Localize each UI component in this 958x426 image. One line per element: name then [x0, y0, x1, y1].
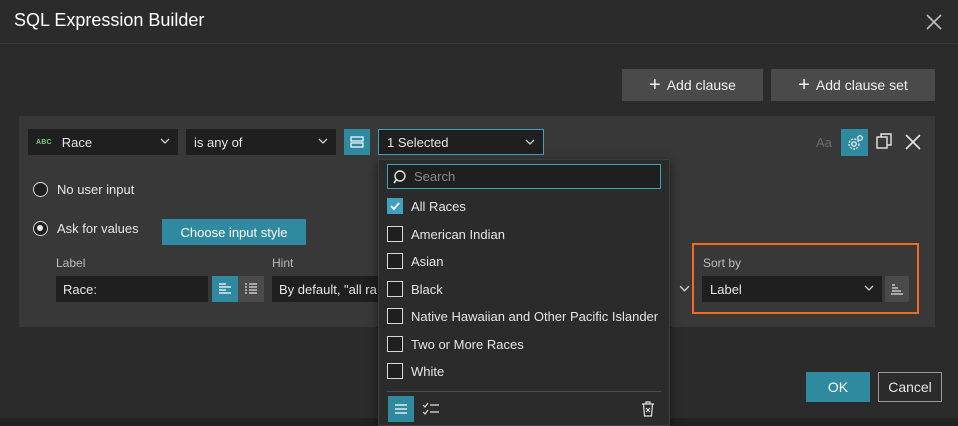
field-select-value: Race — [61, 134, 93, 150]
close-icon[interactable] — [924, 12, 944, 32]
option-all-races[interactable]: All Races — [387, 198, 466, 214]
option-white[interactable]: White — [387, 363, 444, 379]
checkbox — [387, 336, 403, 352]
value-list-toggle-button[interactable] — [344, 129, 370, 155]
list-icon — [395, 404, 407, 414]
align-left-icon — [219, 283, 231, 294]
hint-input[interactable]: By default, "all ra — [272, 276, 392, 302]
dropdown-divider — [387, 391, 661, 392]
sort-order-button[interactable] — [885, 276, 909, 302]
cancel-button[interactable]: Cancel — [878, 372, 942, 402]
delete-clause-button[interactable] — [903, 132, 923, 152]
chevron-down-icon — [864, 285, 874, 291]
no-user-input-label: No user input — [57, 182, 135, 197]
checkbox — [387, 198, 403, 214]
list-icon — [350, 136, 364, 148]
ok-button[interactable]: OK — [806, 372, 870, 402]
option-label: White — [411, 363, 445, 379]
value-select[interactable]: 1 Selected — [378, 129, 544, 155]
ask-for-values-label: Ask for values — [57, 221, 139, 236]
list-icon — [245, 283, 257, 294]
sort-by-select[interactable]: Label — [702, 276, 882, 302]
copy-icon — [876, 133, 892, 149]
operator-select-value: is any of — [194, 134, 243, 150]
ask-for-values-radio[interactable]: Ask for values — [33, 221, 139, 236]
plus-icon: + — [649, 74, 661, 96]
chevron-down-icon — [318, 138, 328, 144]
option-two-or-more[interactable]: Two or More Races — [387, 336, 524, 352]
checkbox — [387, 308, 403, 324]
checkbox — [387, 226, 403, 242]
radio-indicator — [33, 182, 48, 197]
label-layout-left-button[interactable] — [212, 276, 238, 302]
radio-indicator — [33, 221, 48, 236]
duplicate-clause-button[interactable] — [873, 131, 895, 153]
chevron-down-icon — [525, 139, 535, 145]
chevron-down-icon[interactable] — [679, 283, 690, 294]
string-type-icon: ABC — [36, 138, 52, 146]
dialog-title: SQL Expression Builder — [14, 10, 205, 30]
check-icon — [390, 202, 400, 211]
label-input[interactable]: Race: — [56, 276, 208, 302]
sort-by-value: Label — [710, 281, 742, 297]
add-clause-button[interactable]: + Add clause — [622, 69, 763, 101]
close-icon — [905, 134, 921, 150]
chevron-down-icon — [160, 138, 170, 144]
checklist-icon — [422, 402, 439, 415]
option-asian[interactable]: Asian — [387, 253, 444, 269]
add-clause-label: Add clause — [666, 77, 736, 93]
choose-input-style-button[interactable]: Choose input style — [162, 219, 306, 245]
label-layout-list-button[interactable] — [238, 276, 264, 302]
sort-ascending-icon — [891, 284, 903, 295]
checklist-view-button[interactable] — [418, 396, 444, 422]
option-label: All Races — [411, 198, 466, 214]
search-input[interactable] — [409, 169, 660, 184]
list-view-button[interactable] — [388, 396, 414, 422]
add-clause-set-button[interactable]: + Add clause set — [771, 69, 935, 101]
field-select[interactable]: ABC Race — [28, 129, 178, 155]
add-clause-set-label: Add clause set — [815, 77, 908, 93]
option-native-hawaiian[interactable]: Native Hawaiian and Other Pacific Island… — [387, 308, 658, 324]
option-american-indian[interactable]: American Indian — [387, 226, 505, 242]
plus-icon: + — [798, 74, 810, 96]
option-label: Native Hawaiian and Other Pacific Island… — [411, 308, 659, 324]
sort-by-title: Sort by — [703, 256, 742, 270]
clear-selection-button[interactable] — [637, 398, 659, 420]
gear-icon — [847, 134, 863, 150]
option-black[interactable]: Black — [387, 281, 443, 297]
trash-icon — [642, 401, 654, 417]
search-icon — [393, 169, 406, 183]
option-label: Black — [411, 281, 443, 297]
option-label: American Indian — [411, 226, 505, 242]
option-label: Asian — [411, 253, 444, 269]
no-user-input-radio[interactable]: No user input — [33, 182, 134, 197]
operator-select[interactable]: is any of — [186, 129, 336, 155]
clause-settings-button[interactable] — [841, 129, 868, 156]
label-field-title: Label — [56, 256, 86, 270]
value-select-summary: 1 Selected — [387, 134, 449, 150]
hint-field-title: Hint — [272, 256, 294, 270]
checkbox — [387, 253, 403, 269]
option-label: Two or More Races — [411, 336, 524, 352]
checkbox — [387, 281, 403, 297]
case-sensitive-icon[interactable]: Aa — [816, 135, 832, 150]
checkbox — [387, 363, 403, 379]
dropdown-search[interactable] — [387, 164, 661, 189]
